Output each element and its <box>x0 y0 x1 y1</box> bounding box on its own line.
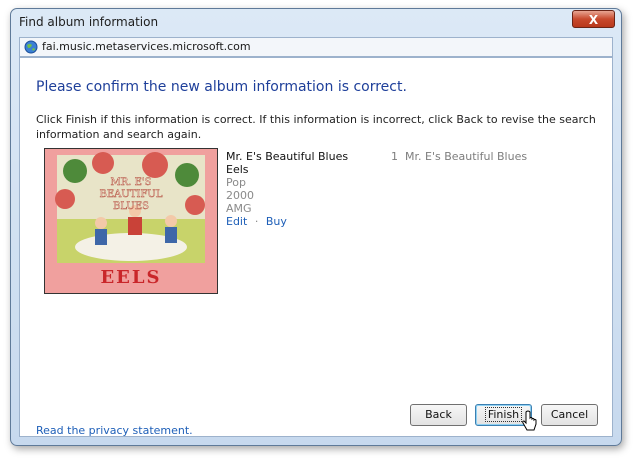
track-name: Mr. E's Beautiful Blues <box>405 150 528 163</box>
title-bar[interactable]: Find album information X <box>11 9 621 37</box>
link-separator: · <box>254 215 259 228</box>
track-number: 1 <box>391 150 398 163</box>
instructions-text: Click Finish if this information is corr… <box>36 113 596 141</box>
album-cover: MR. E'S BEAUTIFUL BLUES EELS <box>44 148 218 294</box>
album-title: Mr. E's Beautiful Blues <box>226 150 349 163</box>
back-button[interactable]: Back <box>410 404 467 426</box>
privacy-link[interactable]: Read the privacy statement. <box>36 424 193 437</box>
album-year: 2000 <box>226 189 254 202</box>
address-bar: fai.music.metaservices.microsoft.com <box>19 37 613 57</box>
close-button[interactable]: X <box>572 10 615 28</box>
album-artist: Eels <box>226 163 249 176</box>
page-heading: Please confirm the new album information… <box>36 79 407 95</box>
album-links: Edit · Buy <box>226 215 287 228</box>
edit-link[interactable]: Edit <box>226 215 247 228</box>
svg-text:MR. E'S: MR. E'S <box>110 177 151 188</box>
hand-cursor-icon <box>522 410 537 431</box>
album-art-image: MR. E'S BEAUTIFUL BLUES EELS <box>45 149 217 293</box>
dialog-window: Find album information X fai.music.metas… <box>10 8 622 446</box>
address-url: fai.music.metaservices.microsoft.com <box>42 40 251 53</box>
svg-text:BLUES: BLUES <box>113 201 149 212</box>
buy-link[interactable]: Buy <box>266 215 287 228</box>
svg-text:BEAUTIFUL: BEAUTIFUL <box>100 189 163 200</box>
album-source: AMG <box>226 202 252 215</box>
album-genre: Pop <box>226 176 246 189</box>
globe-icon <box>24 40 38 54</box>
content-panel: Please confirm the new album information… <box>19 57 613 437</box>
cover-band-name: EELS <box>100 267 161 288</box>
window-title: Find album information <box>19 15 159 29</box>
cancel-button[interactable]: Cancel <box>541 404 598 426</box>
finish-button-label: Finish <box>484 407 523 422</box>
